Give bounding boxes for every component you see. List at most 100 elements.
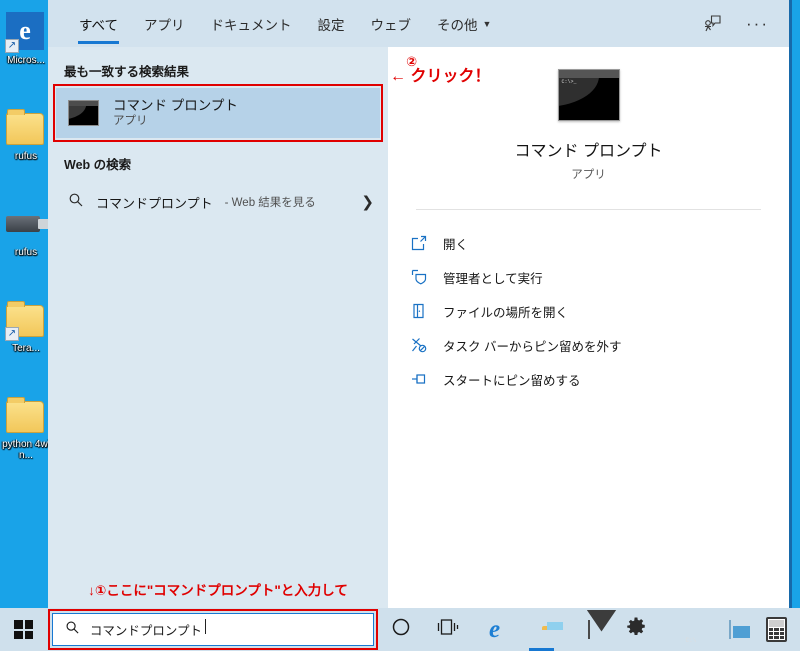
desktop-icon-microsoft-edge[interactable]: e ↗ Micros...	[0, 6, 52, 102]
preview-action-list: 開く 管理者として実行 ファイルの場所を開く タスク バーからピン留めを外す ス…	[388, 210, 789, 396]
annotation-click-number: ②	[406, 54, 418, 69]
search-tab-bar: すべて アプリ ドキュメント 設定 ウェブ その他 ▼	[48, 0, 504, 47]
tab-label: アプリ	[144, 17, 185, 33]
edge-icon: e ↗	[5, 12, 46, 53]
results-column: 最も一致する検索結果 コマンド プロンプト アプリ Web の検索 コマンドプロ…	[48, 47, 490, 608]
taskbar-item-settings[interactable]	[612, 608, 659, 651]
folder-icon	[6, 108, 46, 148]
paint-icon	[728, 619, 731, 639]
task-view-icon	[436, 617, 460, 642]
taskbar-search-wrapper: コマンドプロンプト	[47, 608, 378, 651]
action-open-file-location[interactable]: ファイルの場所を開く	[410, 294, 789, 328]
tab-label: ウェブ	[370, 17, 412, 33]
search-input-value: コマンドプロンプト	[90, 619, 207, 639]
open-in-new-icon	[410, 234, 428, 252]
shortcut-arrow-icon: ↗	[5, 327, 19, 341]
preview-title: コマンド プロンプト	[514, 143, 663, 160]
desktop-icon-label: rufus	[14, 151, 38, 162]
desktop-icon-label: python 4win...	[2, 439, 50, 461]
action-label: 管理者として実行	[443, 271, 543, 286]
result-item-web-search[interactable]: コマンドプロンプト - Web 結果を見る ❯	[48, 183, 388, 221]
desktop-icon-rufus-usb[interactable]: rufus	[0, 198, 52, 294]
tab-label: ドキュメント	[210, 17, 292, 33]
desktop-icon-label: rufus	[14, 247, 38, 258]
folder-open-icon	[410, 302, 428, 320]
taskbar-icon-list: e C:\	[377, 608, 800, 651]
shortcut-arrow-icon: ↗	[5, 39, 19, 53]
desktop-icon-label: Tera...	[12, 343, 40, 354]
cortana-icon	[390, 616, 412, 643]
web-search-query: コマンドプロンプト	[96, 195, 213, 211]
tab-more[interactable]: その他 ▼	[424, 0, 504, 47]
taskbar-item-edge[interactable]: e	[471, 608, 518, 651]
action-label: スタートにピン留めする	[443, 373, 581, 388]
command-prompt-icon	[68, 100, 99, 126]
header-actions: ···	[702, 0, 789, 47]
settings-gear-icon	[625, 616, 647, 643]
more-options-icon[interactable]: ···	[746, 15, 769, 32]
unpin-icon	[410, 336, 428, 354]
web-section-title: Web の検索	[64, 158, 132, 172]
preview-icon-text: C:\>_	[561, 79, 577, 85]
action-open[interactable]: 開く	[410, 226, 789, 260]
annotation-click: ② ← クリック！	[390, 55, 490, 85]
result-title: コマンド プロンプト	[113, 98, 238, 113]
annotation-click-text: ← クリック！	[390, 67, 491, 85]
taskbar: コマンドプロンプト e C:\	[0, 608, 800, 651]
tab-web[interactable]: ウェブ	[358, 0, 425, 47]
result-subtitle: アプリ	[113, 115, 148, 127]
pin-icon	[410, 370, 428, 388]
tab-label: 設定	[317, 17, 345, 33]
chevron-down-icon: ▼	[482, 18, 492, 29]
desktop-icon-teraterm[interactable]: ↗ Tera...	[0, 294, 52, 390]
taskbar-item-calculator[interactable]	[753, 608, 800, 651]
desktop-icon-python4win[interactable]: python 4win...	[0, 390, 52, 486]
annotation-input-instruction: ↓①ここに"コマンドプロンプト"と入力して	[48, 576, 388, 602]
calculator-icon	[766, 617, 787, 642]
shield-icon	[410, 268, 428, 286]
tab-settings[interactable]: 設定	[305, 0, 358, 47]
search-input[interactable]: コマンドプロンプト	[51, 613, 374, 646]
desktop-icon-rufus-folder[interactable]: rufus	[0, 102, 52, 198]
action-run-as-administrator[interactable]: 管理者として実行	[410, 260, 789, 294]
best-match-wrapper: コマンド プロンプト アプリ	[48, 84, 388, 142]
start-button[interactable]	[0, 608, 48, 651]
taskbar-item-cortana[interactable]	[377, 608, 424, 651]
chevron-right-icon: ❯	[361, 194, 374, 211]
taskbar-item-mail[interactable]	[565, 608, 612, 651]
action-label: タスク バーからピン留めを外す	[443, 339, 622, 354]
edge-icon: e	[488, 615, 501, 643]
action-label: ファイルの場所を開く	[443, 305, 569, 320]
search-body: 最も一致する検索結果 コマンド プロンプト アプリ Web の検索 コマンドプロ…	[48, 47, 789, 608]
action-label: 開く	[443, 237, 469, 252]
taskbar-item-paint[interactable]	[706, 608, 753, 651]
taskbar-item-task-view[interactable]	[424, 608, 471, 651]
usb-drive-icon	[6, 204, 50, 244]
preview-subtitle: アプリ	[571, 169, 606, 181]
action-unpin-from-taskbar[interactable]: タスク バーからピン留めを外す	[410, 328, 789, 362]
windows-logo-icon	[14, 620, 34, 639]
folder-icon	[6, 396, 46, 436]
tab-apps[interactable]: アプリ	[131, 0, 198, 47]
search-icon	[68, 192, 84, 213]
tab-all[interactable]: すべて	[66, 0, 131, 47]
tab-documents[interactable]: ドキュメント	[198, 0, 305, 47]
preview-column: C:\>_ コマンド プロンプト アプリ 開く 管理者として実行 ファイルの場所…	[388, 47, 789, 608]
search-icon	[65, 620, 80, 640]
tab-label: すべて	[79, 17, 119, 33]
search-header: すべて アプリ ドキュメント 設定 ウェブ その他 ▼ ···	[48, 0, 789, 47]
tab-label: その他	[437, 17, 478, 33]
taskbar-item-command-prompt[interactable]: C:\	[659, 608, 706, 651]
action-pin-to-start[interactable]: スタートにピン留めする	[410, 362, 789, 396]
desktop-icon-label: Micros...	[7, 55, 45, 66]
desktop-icon-list: e ↗ Micros... rufus rufus ↗ Tera... pyth…	[0, 6, 52, 486]
mail-icon	[587, 619, 590, 639]
search-flyout-panel: すべて アプリ ドキュメント 設定 ウェブ その他 ▼ ··· 最も一致する検索…	[48, 0, 792, 608]
result-item-command-prompt[interactable]: コマンド プロンプト アプリ	[56, 88, 380, 138]
cmd-prompt-text: C:\	[685, 636, 697, 644]
folder-icon: ↗	[5, 300, 46, 341]
best-match-section-title: 最も一致する検索結果	[64, 65, 190, 79]
taskbar-item-file-explorer[interactable]	[518, 608, 565, 651]
web-search-suffix: - Web 結果を見る	[224, 197, 316, 209]
feedback-icon[interactable]	[702, 14, 722, 34]
